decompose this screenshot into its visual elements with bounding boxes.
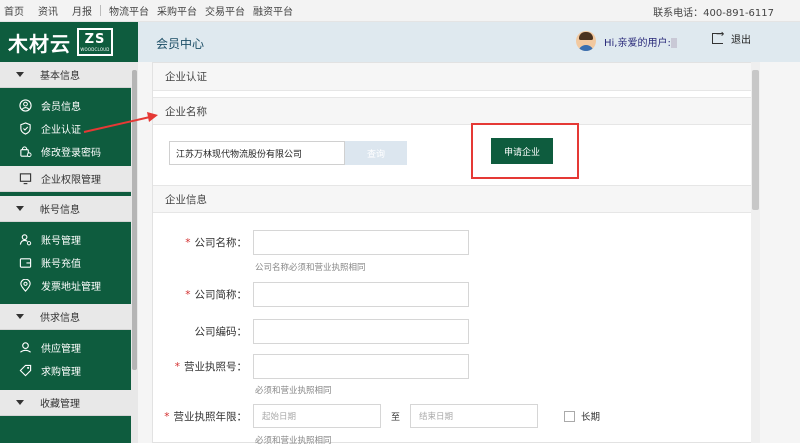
logo-text: 木材云 bbox=[8, 31, 71, 56]
redacted-username bbox=[670, 37, 677, 48]
license-number-label: 营业执照号： bbox=[184, 361, 247, 373]
main-content: 企业认证 企业名称 江苏万林现代物流股份有限公司 查询 申请企业 企业信息 * 公… bbox=[138, 62, 800, 446]
section-enterprise-cert: 企业认证 bbox=[153, 63, 751, 91]
company-name-input[interactable] bbox=[253, 230, 469, 255]
sidebar-item-label: 求购管理 bbox=[41, 367, 81, 378]
nav-home[interactable]: 首页 bbox=[4, 3, 24, 18]
license-term-label: 营业执照年限： bbox=[173, 410, 248, 423]
user-settings-icon bbox=[18, 233, 32, 247]
sidebar-item-label: 企业认证 bbox=[41, 125, 81, 136]
sidebar-section-account-info[interactable]: 帐号信息 bbox=[0, 196, 138, 222]
required-asterisk: * bbox=[174, 361, 180, 373]
license-term-row: * 营业执照年限： 起始日期 至 结束日期 长期 bbox=[153, 404, 600, 428]
collapse-triangle-icon bbox=[16, 206, 24, 211]
sidebar-item-label: 发票地址管理 bbox=[41, 282, 101, 293]
nav-financing-platform[interactable]: 融资平台 bbox=[253, 3, 293, 18]
logout-label: 退出 bbox=[731, 35, 751, 46]
collapse-triangle-icon bbox=[16, 72, 24, 77]
license-number-hint: 必须和营业执照相同 bbox=[255, 386, 332, 396]
sidebar-item-enterprise-cert[interactable]: 企业认证 bbox=[0, 117, 138, 140]
sidebar-item-change-password[interactable]: 修改登录密码 bbox=[0, 140, 138, 163]
company-code-row: 公司编码： bbox=[153, 319, 469, 344]
apply-enterprise-button[interactable]: 申请企业 bbox=[491, 138, 553, 164]
nav-procurement-platform[interactable]: 采购平台 bbox=[157, 3, 197, 18]
company-name-hint: 公司名称必须和营业执照相同 bbox=[255, 263, 366, 273]
sidebar: 基本信息 会员信息 企业认证 修改登录密码 企业权限管理 帐号信息 账号管理 账… bbox=[0, 62, 138, 443]
contact-phone: 联系电话：400-891-6117 bbox=[653, 8, 774, 19]
logout-icon bbox=[712, 29, 724, 44]
sidebar-item-invoice-address[interactable]: 发票地址管理 bbox=[0, 274, 138, 297]
sidebar-section-supply-demand[interactable]: 供求信息 bbox=[0, 304, 138, 330]
top-navigation: 首页 资讯 月报 物流平台 采购平台 交易平台 融资平台 联系电话：400-89… bbox=[0, 0, 800, 22]
sidebar-section-favorites[interactable]: 收藏管理 bbox=[0, 390, 138, 416]
sidebar-item-account-management[interactable]: 账号管理 bbox=[0, 228, 138, 251]
license-number-row: * 营业执照号： bbox=[153, 354, 469, 379]
logo-mark-icon: ZS WOODCLOUD bbox=[77, 28, 113, 56]
company-code-input[interactable] bbox=[253, 319, 469, 344]
license-number-input[interactable] bbox=[253, 354, 469, 379]
main-scrollbar[interactable] bbox=[751, 62, 760, 443]
required-asterisk: * bbox=[185, 237, 191, 249]
long-term-checkbox[interactable] bbox=[564, 410, 576, 422]
short-name-input[interactable] bbox=[253, 282, 469, 307]
nav-logistics-platform[interactable]: 物流平台 bbox=[109, 3, 149, 18]
nav-monthly-report[interactable]: 月报 bbox=[72, 3, 92, 18]
short-name-label: 公司简称： bbox=[194, 289, 248, 301]
location-pin-icon bbox=[18, 279, 32, 293]
sidebar-item-label: 企业权限管理 bbox=[41, 175, 101, 186]
collapse-triangle-icon bbox=[16, 314, 24, 319]
required-asterisk: * bbox=[164, 410, 170, 423]
nav-divider bbox=[100, 5, 101, 16]
tag-icon bbox=[18, 364, 32, 378]
sidebar-section-basic-info[interactable]: 基本信息 bbox=[0, 62, 138, 88]
sidebar-scroll-thumb[interactable] bbox=[132, 70, 137, 370]
company-code-label: 公司编码： bbox=[194, 326, 248, 338]
long-term-label: 长期 bbox=[581, 412, 601, 423]
handshake-icon bbox=[18, 341, 32, 355]
page-title: 会员中心 bbox=[156, 37, 205, 51]
section-enterprise-name: 企业名称 bbox=[153, 97, 751, 125]
to-label: 至 bbox=[391, 412, 401, 423]
shield-icon bbox=[18, 122, 32, 136]
required-asterisk: * bbox=[185, 289, 191, 301]
collapse-triangle-icon bbox=[16, 400, 24, 405]
company-name-row: * 公司名称： bbox=[153, 230, 469, 255]
nav-trading-platform[interactable]: 交易平台 bbox=[205, 3, 245, 18]
sidebar-item-label: 会员信息 bbox=[41, 102, 81, 113]
wallet-icon bbox=[18, 256, 32, 270]
header-bar: 木材云 ZS WOODCLOUD 会员中心 Hi,亲爱的用户: 退出 bbox=[0, 22, 800, 62]
main-scroll-thumb[interactable] bbox=[752, 70, 759, 210]
sidebar-item-label: 修改登录密码 bbox=[41, 148, 101, 159]
sidebar-item-enterprise-permissions[interactable]: 企业权限管理 bbox=[0, 166, 138, 192]
sidebar-scrollbar[interactable] bbox=[131, 62, 138, 443]
end-date-input[interactable]: 结束日期 bbox=[410, 404, 539, 428]
company-name-search-field[interactable]: 江苏万林现代物流股份有限公司 bbox=[169, 141, 345, 165]
section-enterprise-info: 企业信息 bbox=[153, 185, 751, 213]
query-button[interactable]: 查询 bbox=[345, 141, 407, 165]
sidebar-item-label: 账号管理 bbox=[41, 236, 81, 247]
short-name-row: * 公司简称： bbox=[153, 282, 469, 307]
user-info[interactable]: Hi,亲爱的用户: bbox=[576, 31, 677, 51]
start-date-input[interactable]: 起始日期 bbox=[253, 404, 381, 428]
sidebar-item-purchase-management[interactable]: 求购管理 bbox=[0, 359, 138, 382]
user-greeting: Hi,亲爱的用户: bbox=[604, 34, 677, 49]
sidebar-item-member-info[interactable]: 会员信息 bbox=[0, 94, 138, 117]
sidebar-item-account-recharge[interactable]: 账号充值 bbox=[0, 251, 138, 274]
license-term-hint: 必须和营业执照相同 bbox=[255, 436, 332, 446]
logout-button[interactable]: 退出 bbox=[712, 29, 751, 46]
sidebar-item-label: 供应管理 bbox=[41, 344, 81, 355]
sidebar-item-supply-management[interactable]: 供应管理 bbox=[0, 336, 138, 359]
avatar bbox=[576, 31, 596, 51]
enterprise-name-row: 江苏万林现代物流股份有限公司 查询 bbox=[169, 141, 407, 165]
company-name-label: 公司名称： bbox=[194, 237, 248, 249]
lock-gear-icon bbox=[18, 145, 32, 159]
user-circle-icon bbox=[18, 99, 32, 113]
grid-icon bbox=[18, 172, 32, 186]
sidebar-item-label: 账号充值 bbox=[41, 259, 81, 270]
content-panel: 企业认证 企业名称 江苏万林现代物流股份有限公司 查询 申请企业 企业信息 * 公… bbox=[152, 62, 752, 446]
highlight-box: 申请企业 bbox=[471, 123, 579, 179]
site-logo[interactable]: 木材云 ZS WOODCLOUD bbox=[0, 22, 138, 62]
nav-news[interactable]: 资讯 bbox=[38, 3, 58, 18]
